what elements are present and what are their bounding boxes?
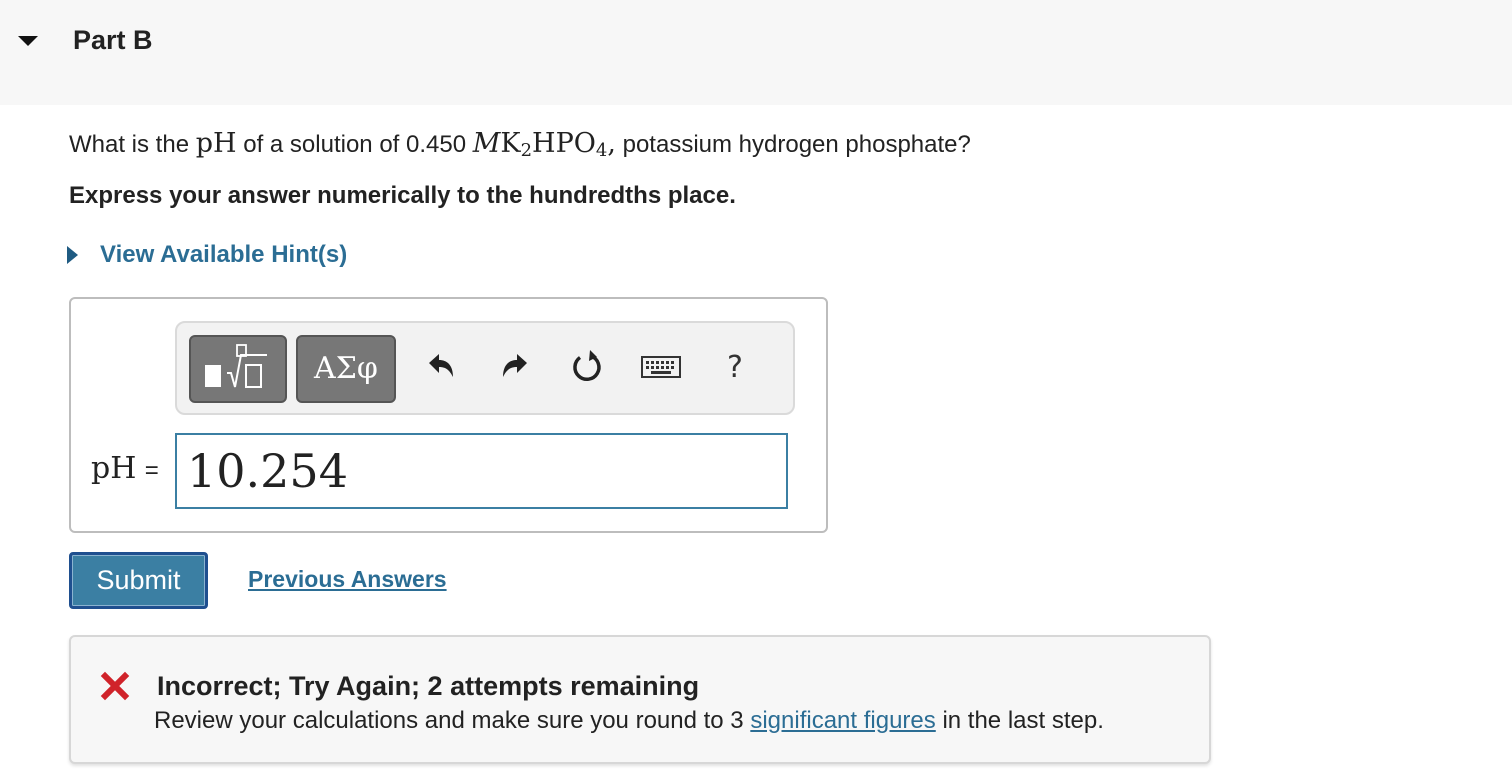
reset-button[interactable]: [565, 345, 609, 389]
equals-sign: =: [144, 457, 159, 484]
molarity-symbol: M: [472, 128, 501, 159]
hint-expand-arrow-icon: [67, 246, 78, 264]
answer-label: pH =: [91, 451, 159, 486]
feedback-body-prefix: Review your calculations and make sure y…: [154, 707, 744, 734]
collapse-triangle-icon[interactable]: [18, 36, 38, 46]
submit-button[interactable]: Submit: [69, 552, 208, 609]
reset-icon: [573, 350, 601, 382]
answer-input[interactable]: 10.254: [175, 433, 788, 509]
help-button[interactable]: ?: [713, 345, 757, 389]
x-mark-icon: [100, 671, 130, 701]
previous-answers-link[interactable]: Previous Answers: [248, 566, 447, 593]
question-prefix: What is the: [69, 131, 190, 158]
question-suffix: potassium hydrogen phosphate?: [622, 131, 971, 158]
undo-button[interactable]: [419, 345, 463, 389]
math-toolbar: ΑΣφ ?: [175, 321, 795, 415]
instruction-text: Express your answer numerically to the h…: [69, 182, 736, 209]
feedback-title: Incorrect; Try Again; 2 attempts remaini…: [157, 671, 700, 701]
feedback-panel: Incorrect; Try Again; 2 attempts remaini…: [69, 635, 1211, 764]
undo-icon: [429, 354, 453, 377]
part-header: Part B: [0, 0, 1512, 105]
view-hints-label[interactable]: View Available Hint(s): [100, 241, 347, 269]
feedback-message: Review your calculations and make sure y…: [154, 707, 1104, 735]
ph-symbol: pH: [195, 128, 237, 159]
question-text: What is the pH of a solution of 0.450 MK…: [69, 128, 971, 161]
part-title: Part B: [73, 25, 153, 55]
keyboard-icon: [641, 356, 681, 378]
view-hints-toggle[interactable]: View Available Hint(s): [67, 241, 347, 269]
redo-icon: [503, 354, 527, 377]
redo-button[interactable]: [493, 345, 537, 389]
greek-symbols-button[interactable]: ΑΣφ: [296, 335, 396, 403]
templates-icon: [205, 344, 267, 388]
question-middle: of a solution of 0.450: [243, 131, 467, 158]
chemical-formula: MK2HPO4,: [472, 128, 616, 161]
answer-ph-symbol: pH: [91, 451, 137, 486]
templates-button[interactable]: [189, 335, 287, 403]
significant-figures-link[interactable]: significant figures: [750, 707, 935, 734]
answer-box: ΑΣφ ? pH = 10.254: [69, 297, 828, 533]
keyboard-button[interactable]: [639, 345, 683, 389]
greek-symbols-label: ΑΣφ: [314, 351, 378, 386]
feedback-body-suffix: in the last step.: [942, 707, 1104, 734]
